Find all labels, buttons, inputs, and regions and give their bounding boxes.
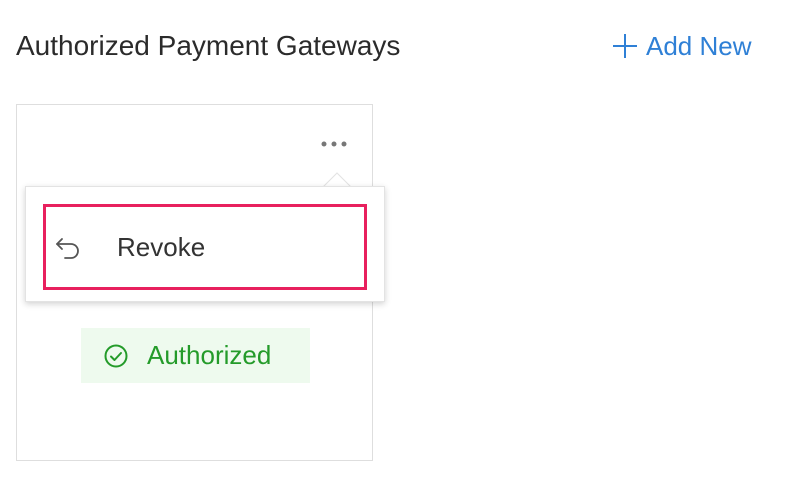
undo-icon: [56, 238, 79, 259]
page: Authorized Payment Gateways Add New Revo…: [0, 0, 786, 496]
options-dropdown: Revoke: [25, 186, 385, 302]
status-badge: Authorized: [81, 328, 310, 383]
add-new-button[interactable]: Add New: [612, 28, 752, 64]
dropdown-caret: [322, 172, 352, 189]
revoke-label: Revoke: [117, 231, 206, 262]
plus-icon: [613, 34, 637, 58]
revoke-menu-item[interactable]: Revoke: [43, 204, 367, 290]
check-circle-icon: [104, 344, 128, 367]
add-new-label: Add New: [646, 30, 752, 61]
page-title: Authorized Payment Gateways: [16, 30, 401, 61]
more-horizontal-icon: [321, 141, 347, 147]
more-options-button[interactable]: [318, 134, 350, 154]
status-label: Authorized: [147, 340, 272, 370]
